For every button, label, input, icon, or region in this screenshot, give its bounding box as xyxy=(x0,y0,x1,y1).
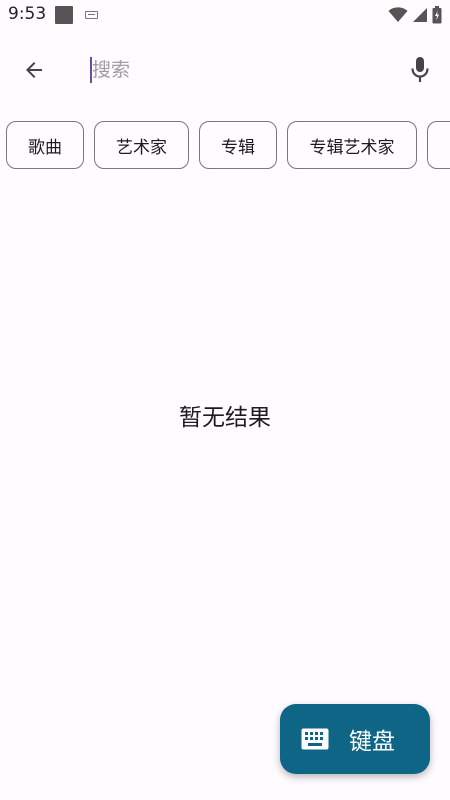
chip-artists[interactable]: 艺术家 xyxy=(94,121,189,169)
chip-label: 艺术家 xyxy=(116,137,167,158)
status-time: 9:53 xyxy=(8,4,47,24)
empty-results-message: 暂无结果 xyxy=(179,405,271,431)
search-field xyxy=(90,52,390,88)
chip-songs[interactable]: 歌曲 xyxy=(6,121,84,169)
back-button[interactable] xyxy=(12,48,56,92)
microphone-icon xyxy=(411,57,429,82)
filter-chips: 歌曲 艺术家 专辑 专辑艺术家 xyxy=(6,121,450,171)
chip-label: 专辑艺术家 xyxy=(309,137,395,158)
search-input[interactable] xyxy=(92,59,372,81)
wifi-icon xyxy=(388,7,408,22)
status-bar: 9:53 xyxy=(0,0,450,30)
chip-more[interactable] xyxy=(427,121,450,169)
battery-icon xyxy=(432,6,442,24)
chip-albums[interactable]: 专辑 xyxy=(199,121,277,169)
cellular-signal-icon xyxy=(413,8,427,22)
chip-album-artists[interactable]: 专辑艺术家 xyxy=(287,121,417,169)
fab-label: 键盘 xyxy=(349,729,395,755)
arrow-back-icon xyxy=(26,62,42,78)
notification-square-icon xyxy=(55,6,73,24)
voice-search-button[interactable] xyxy=(398,48,442,92)
keyboard-icon xyxy=(301,728,329,750)
chip-label: 歌曲 xyxy=(28,137,62,158)
search-screen: 9:53 搜索 歌曲 艺术家 专辑 专辑艺术家 暂无结果 键盘 xyxy=(0,0,450,800)
keyboard-icon xyxy=(85,11,98,19)
search-bar xyxy=(0,40,450,100)
status-right-icons xyxy=(388,5,442,25)
keyboard-fab[interactable]: 键盘 xyxy=(280,704,430,774)
chip-label: 专辑 xyxy=(221,137,255,158)
